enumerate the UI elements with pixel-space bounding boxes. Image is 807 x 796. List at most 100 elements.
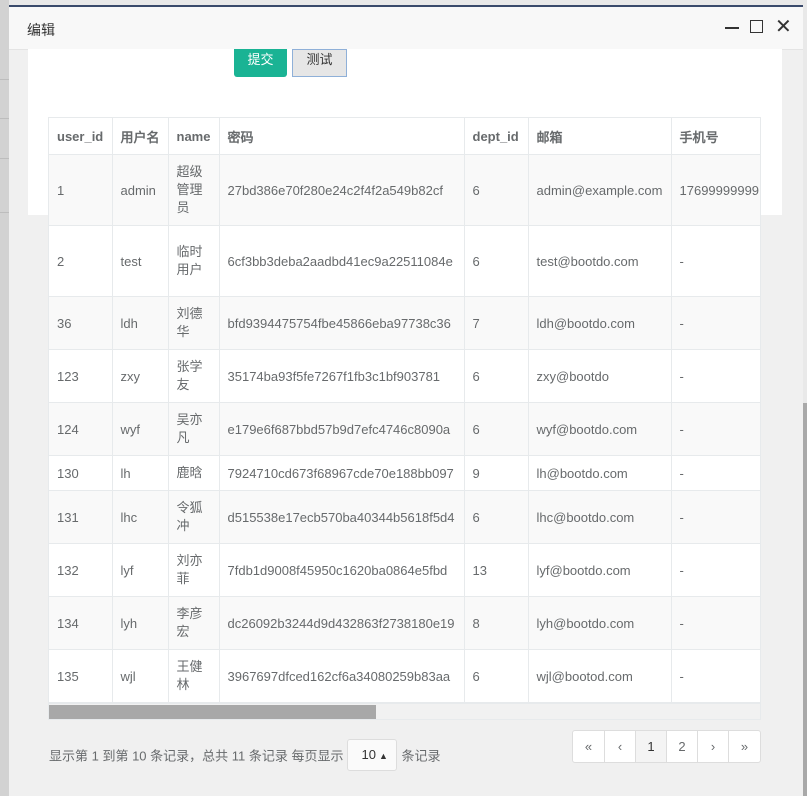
table-cell: d515538e17ecb570ba40344b5618f5d4 xyxy=(219,490,465,544)
table-cell: 36 xyxy=(49,296,113,350)
table-cell: 6 xyxy=(464,154,529,226)
table-cell: 李彦宏 xyxy=(168,596,220,650)
user-table: user_id 用户名 name 密码 dept_id 邮箱 手机号 1 admin 超级管理员… xyxy=(49,118,760,703)
table-cell: 3967697dfced162cf6a34080259b83aa xyxy=(219,649,465,703)
table-row[interactable]: 130 lh 鹿晗 7924710cd673f68967cde70e188bb097 9… xyxy=(49,455,760,491)
table-cell: 刘亦菲 xyxy=(168,543,220,597)
table-cell: admin xyxy=(112,154,169,226)
background-scrollbar xyxy=(803,403,807,796)
table-row[interactable]: 2 test 临时用户 6cf3bb3deba2aadbd41ec9a22511084… xyxy=(49,225,760,297)
table-cell: e179e6f687bbd57b9d7efc4746c8090a xyxy=(219,402,465,456)
table-cell: lyf@bootdo.com xyxy=(528,543,672,597)
table-cell: 6 xyxy=(464,349,529,403)
pagination-info-suffix: 条记录 xyxy=(401,748,441,764)
table-cell: 6 xyxy=(464,225,529,297)
table-cell: wjl xyxy=(112,649,169,703)
table-cell: 7fdb1d9008f45950c1620ba0864e5fbd xyxy=(219,543,465,597)
table-row[interactable]: 36 ldh 刘德华 bfd9394475754fbe45866eba97738c36… xyxy=(49,296,760,350)
prev-page-button[interactable]: ‹ xyxy=(605,731,636,762)
page-1-button[interactable]: 1 xyxy=(636,731,667,762)
page-size-select[interactable]: 10 ▲ xyxy=(347,739,398,771)
table-cell: 令狐冲 xyxy=(168,490,220,544)
pagination-info: 显示第 1 到第 10 条记录，总共 11 条记录 每页显示 10 ▲ 条记录 xyxy=(49,739,440,771)
horizontal-scrollbar-thumb[interactable] xyxy=(49,705,377,719)
column-header[interactable]: dept_id xyxy=(464,118,529,155)
table-cell: lyh@bootdo.com xyxy=(528,596,672,650)
table-cell: zxy xyxy=(112,349,169,403)
table-cell: wyf@bootdo.com xyxy=(528,402,672,456)
column-header[interactable]: 手机号 xyxy=(671,118,760,155)
table-cell: lhc xyxy=(112,490,169,544)
table-cell: 7924710cd673f68967cde70e188bb097 xyxy=(219,455,465,491)
user-table-container: user_id 用户名 name 密码 dept_id 邮箱 手机号 1 admin 超级管理员… xyxy=(48,117,761,719)
last-page-button[interactable]: » xyxy=(729,731,760,762)
pagination-info-text: 显示第 1 到第 10 条记录，总共 11 条记录 每页显示 xyxy=(49,748,344,764)
table-cell: wyf xyxy=(112,402,169,456)
table-cell: - xyxy=(671,490,760,544)
table-cell: - xyxy=(671,402,760,456)
minimize-icon[interactable] xyxy=(724,19,740,35)
table-cell: 1 xyxy=(49,154,113,226)
table-cell: 超级管理员 xyxy=(168,154,220,226)
test-button[interactable]: 测试 xyxy=(292,49,347,77)
table-cell: 刘德华 xyxy=(168,296,220,350)
table-cell: 7 xyxy=(464,296,529,350)
table-cell: 131 xyxy=(49,490,113,544)
table-cell: 鹿晗 xyxy=(168,455,220,491)
column-header[interactable]: 密码 xyxy=(219,118,465,155)
table-cell: 134 xyxy=(49,596,113,650)
table-row[interactable]: 124 wyf 吴亦凡 e179e6f687bbd57b9d7efc4746c8090… xyxy=(49,402,760,456)
page-size-value: 10 xyxy=(361,747,376,762)
table-cell: lyh xyxy=(112,596,169,650)
edit-dialog: 编辑 ✕ 提交 测试 user_id 用户名 name 密码 dept_id 邮箱 手机号 … xyxy=(9,5,803,796)
table-row[interactable]: 123 zxy 张学友 35174ba93f5fe7267f1fb3c1bf90378… xyxy=(49,349,760,403)
table-cell: 17699999999 xyxy=(671,154,760,226)
table-cell: 6 xyxy=(464,490,529,544)
dialog-title: 编辑 xyxy=(27,22,55,38)
table-cell: test xyxy=(112,225,169,297)
table-cell: 王健林 xyxy=(168,649,220,703)
table-cell: test@bootdo.com xyxy=(528,225,672,297)
table-cell: 130 xyxy=(49,455,113,491)
table-cell: - xyxy=(671,455,760,491)
table-row[interactable]: 132 lyf 刘亦菲 7fdb1d9008f45950c1620ba0864e5fb… xyxy=(49,543,760,597)
table-cell: ldh xyxy=(112,296,169,350)
pagination: «‹ 1 2 ›» xyxy=(572,730,761,763)
page-2-button[interactable]: 2 xyxy=(667,731,698,762)
maximize-icon[interactable] xyxy=(749,19,765,35)
table-cell: 6 xyxy=(464,649,529,703)
table-row[interactable]: 1 admin 超级管理员 27bd386e70f280e24c2f4f2a549b8… xyxy=(49,154,760,226)
table-cell: 临时用户 xyxy=(168,225,220,297)
table-cell: 13 xyxy=(464,543,529,597)
table-row[interactable]: 131 lhc 令狐冲 d515538e17ecb570ba40344b5618f5d… xyxy=(49,490,760,544)
table-row[interactable]: 135 wjl 王健林 3967697dfced162cf6a34080259b83a… xyxy=(49,649,760,703)
table-cell: zxy@bootdo xyxy=(528,349,672,403)
caret-up-icon: ▲ xyxy=(378,751,388,761)
table-cell: - xyxy=(671,543,760,597)
submit-button[interactable]: 提交 xyxy=(234,49,287,77)
column-header[interactable]: 用户名 xyxy=(112,118,169,155)
table-row[interactable]: 134 lyh 李彦宏 dc26092b3244d9d432863f2738180e1… xyxy=(49,596,760,650)
column-header[interactable]: 邮箱 xyxy=(528,118,672,155)
column-header[interactable]: user_id xyxy=(49,118,113,155)
table-cell: 123 xyxy=(49,349,113,403)
table-cell: 2 xyxy=(49,225,113,297)
column-header[interactable]: name xyxy=(168,118,220,155)
table-cell: 135 xyxy=(49,649,113,703)
table-cell: lyf xyxy=(112,543,169,597)
close-icon[interactable]: ✕ xyxy=(775,17,792,37)
table-cell: 张学友 xyxy=(168,349,220,403)
table-cell: ldh@bootdo.com xyxy=(528,296,672,350)
dialog-titlebar: 编辑 ✕ xyxy=(9,7,803,50)
next-page-button[interactable]: › xyxy=(698,731,729,762)
table-cell: - xyxy=(671,296,760,350)
table-cell: - xyxy=(671,349,760,403)
table-cell: lh xyxy=(112,455,169,491)
table-cell: 35174ba93f5fe7267f1fb3c1bf903781 xyxy=(219,349,465,403)
table-cell: 9 xyxy=(464,455,529,491)
table-cell: - xyxy=(671,649,760,703)
table-cell: 6 xyxy=(464,402,529,456)
horizontal-scrollbar[interactable] xyxy=(48,703,761,720)
first-page-button[interactable]: « xyxy=(573,731,605,762)
table-cell: 27bd386e70f280e24c2f4f2a549b82cf xyxy=(219,154,465,226)
